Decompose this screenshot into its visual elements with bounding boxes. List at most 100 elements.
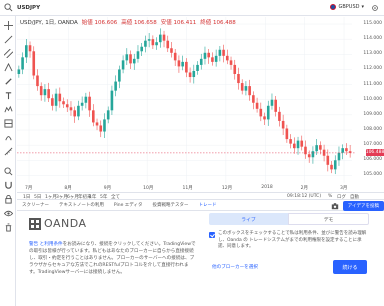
oanda-logo: OANDA: [29, 217, 87, 230]
magnet-icon[interactable]: [3, 180, 13, 190]
candle-body: [237, 73, 240, 84]
candle-body: [129, 54, 132, 64]
pitchfork-icon[interactable]: [3, 62, 13, 72]
trash-icon[interactable]: [3, 222, 13, 232]
candle-body: [293, 143, 296, 149]
price-tick-label: 107.000: [363, 142, 382, 148]
demo-option[interactable]: デモ: [288, 213, 369, 225]
price-tick-label: 106.000: [363, 157, 382, 163]
text-icon[interactable]: [3, 90, 13, 100]
prediction-icon[interactable]: [3, 118, 13, 128]
chart-legend: USD/JPY, 1日, OANDA 始値 106.606 高値 106.658…: [20, 18, 236, 26]
price-tick-label: 115.000: [363, 21, 382, 27]
candle-body: [32, 51, 36, 76]
candle-body: [118, 69, 121, 82]
candle-body: [222, 49, 225, 56]
symbol-name[interactable]: USDJPY: [17, 5, 40, 11]
candle-body: [341, 148, 344, 153]
terms-link[interactable]: と利用条件: [40, 242, 63, 247]
parallel-channel-icon[interactable]: [3, 48, 13, 58]
candle-body: [255, 102, 259, 109]
agree-checkbox[interactable]: [209, 232, 215, 238]
publish-idea-button[interactable]: アイデアを投稿: [342, 201, 384, 211]
measure-icon[interactable]: [3, 146, 13, 156]
candle-body: [43, 89, 47, 96]
broker-panel: OANDA 警告 と利用条件をお読みになり、接続をクリックしてください。Trad…: [17, 211, 384, 306]
camera-icon[interactable]: [331, 202, 339, 210]
candle-body: [270, 99, 274, 106]
candle-body: [88, 96, 91, 111]
shapes-icon[interactable]: [3, 132, 13, 142]
time-axis[interactable]: 7月 8月 9月 10月 11月 12月 2018 2月 3月: [17, 184, 352, 192]
legend-low: 安値 106.411: [160, 20, 197, 26]
candle-body: [274, 99, 277, 112]
time-tick-label: 11月: [182, 186, 193, 191]
candle-body: [263, 116, 266, 120]
bottom-tab[interactable]: スクリーナー: [17, 202, 54, 208]
eye-icon[interactable]: [3, 208, 13, 218]
candle-body: [248, 86, 251, 96]
candle-body: [166, 40, 170, 49]
price-chart[interactable]: [17, 17, 384, 192]
bottom-tab[interactable]: 投資戦略テスター: [147, 202, 193, 208]
time-tick-label: 2月: [300, 186, 308, 191]
candle-body: [330, 164, 333, 170]
candle-body: [159, 34, 162, 43]
candle-body: [337, 152, 341, 161]
lock-icon[interactable]: [3, 194, 13, 204]
candle-body: [348, 151, 352, 153]
brush-icon[interactable]: [3, 76, 13, 86]
candle-body: [92, 110, 95, 123]
candle-body: [207, 52, 210, 58]
candle-body: [211, 57, 214, 62]
candle-body: [155, 42, 158, 46]
bottom-tab[interactable]: Pine エディタ: [109, 202, 148, 208]
live-option[interactable]: ライブ: [209, 213, 288, 225]
candle-body: [196, 64, 199, 71]
search-icon[interactable]: [0, 0, 16, 16]
candle-body: [80, 102, 84, 106]
candle-body: [185, 61, 188, 73]
candle-body: [47, 89, 50, 99]
warning-link[interactable]: 警告: [29, 242, 38, 247]
zoom-icon[interactable]: [3, 166, 13, 176]
candle-body: [103, 119, 106, 132]
trendline-icon[interactable]: [3, 34, 13, 44]
candle-body: [77, 105, 80, 117]
candle-body: [21, 57, 24, 70]
bottom-tab[interactable]: テキストノートの利用: [54, 202, 109, 208]
candle-body: [51, 98, 54, 106]
price-tick-label: 105.000: [363, 172, 382, 178]
candle-body: [333, 160, 337, 170]
candle-body: [278, 111, 281, 121]
candle-body: [319, 145, 322, 150]
candle-body: [132, 58, 136, 64]
candle-body: [151, 39, 155, 46]
brand-name: OANDA: [44, 217, 87, 230]
candle-body: [229, 60, 233, 65]
currency-selector[interactable]: GBPUSD ▾: [330, 4, 364, 10]
pattern-icon[interactable]: [3, 104, 13, 114]
candle-body: [240, 83, 244, 91]
candle-body: [226, 55, 229, 61]
candle-body: [192, 70, 196, 78]
candle-body: [25, 45, 28, 58]
price-tick-label: 110.000: [363, 96, 382, 102]
candle-body: [259, 108, 263, 117]
crosshair-icon[interactable]: [3, 20, 13, 30]
candle-body: [84, 96, 88, 103]
settings-icon[interactable]: [371, 4, 379, 12]
candle-body: [54, 93, 58, 106]
bottom-tab[interactable]: トレード: [193, 202, 221, 208]
candle-body: [214, 55, 218, 62]
other-brokers-link[interactable]: 他のブローカーを選択: [212, 264, 258, 270]
candle-body: [121, 60, 125, 70]
candle-body: [315, 145, 318, 152]
candle-body: [289, 139, 292, 144]
candle-body: [62, 101, 65, 105]
candle-body: [285, 128, 289, 140]
candle-body: [173, 52, 177, 61]
candle-body: [65, 104, 69, 108]
candle-body: [252, 95, 255, 103]
continue-button[interactable]: 続ける: [333, 260, 367, 274]
